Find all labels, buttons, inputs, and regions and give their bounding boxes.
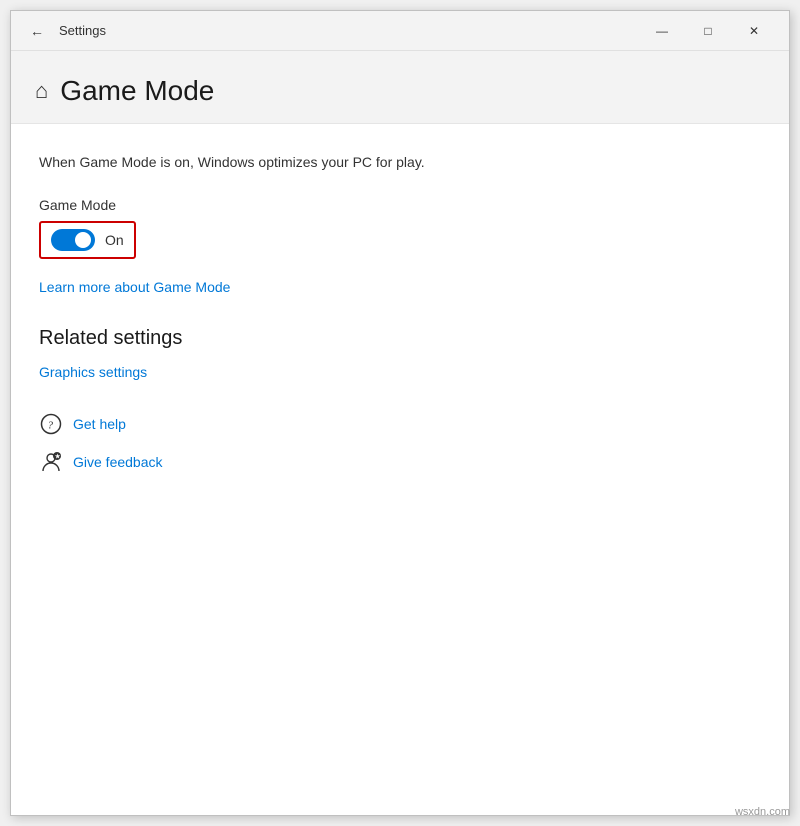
get-help-icon: ? <box>39 412 63 436</box>
game-mode-toggle[interactable] <box>51 229 95 251</box>
watermark: wsxdn.com <box>735 806 790 818</box>
window-controls: — □ ✕ <box>639 11 777 51</box>
titlebar-title: Settings <box>59 23 639 38</box>
learn-more-link[interactable]: Learn more about Game Mode <box>39 279 230 295</box>
svg-text:?: ? <box>48 420 54 432</box>
page-description: When Game Mode is on, Windows optimizes … <box>39 152 761 173</box>
page-header: ⌂ Game Mode <box>11 51 789 124</box>
content-area: When Game Mode is on, Windows optimizes … <box>11 124 789 815</box>
minimize-button[interactable]: — <box>639 11 685 51</box>
close-button[interactable]: ✕ <box>731 11 777 51</box>
home-icon: ⌂ <box>35 78 48 104</box>
give-feedback-icon: ★ <box>39 450 63 474</box>
toggle-highlight-box: On <box>39 221 136 259</box>
give-feedback-text[interactable]: Give feedback <box>73 454 163 470</box>
svg-text:★: ★ <box>55 453 61 461</box>
give-feedback-action[interactable]: ★ Give feedback <box>39 450 761 474</box>
titlebar: ← Settings — □ ✕ <box>11 11 789 51</box>
settings-window: ← Settings — □ ✕ ⌂ Game Mode When Game M… <box>10 10 790 816</box>
back-button[interactable]: ← <box>23 17 51 45</box>
get-help-text[interactable]: Get help <box>73 416 126 432</box>
page-title: Game Mode <box>60 75 214 107</box>
back-arrow-icon: ← <box>30 23 44 39</box>
graphics-settings-link[interactable]: Graphics settings <box>39 364 761 380</box>
get-help-action[interactable]: ? Get help <box>39 412 761 436</box>
game-mode-label: Game Mode <box>39 197 761 213</box>
maximize-button[interactable]: □ <box>685 11 731 51</box>
toggle-state-label: On <box>105 232 124 248</box>
related-settings-title: Related settings <box>39 327 761 350</box>
